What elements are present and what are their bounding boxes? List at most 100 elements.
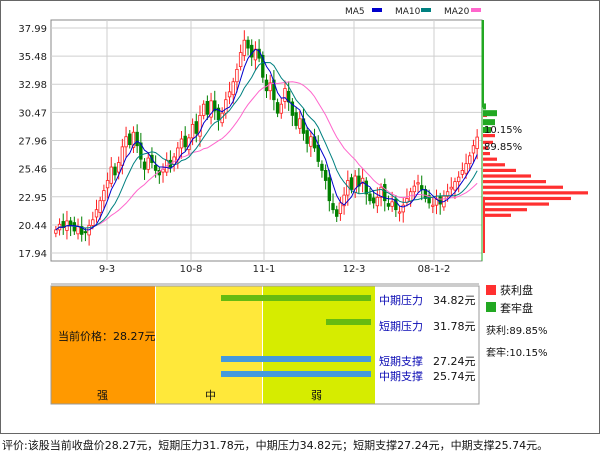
legend-ma10-swatch xyxy=(421,8,431,12)
candle-body xyxy=(102,190,106,202)
y-tick-label: 25.46 xyxy=(18,165,47,176)
candle-body xyxy=(397,211,402,214)
candle-body xyxy=(338,202,343,215)
candle-body xyxy=(453,181,457,191)
candle-body xyxy=(371,197,376,204)
zone-weak-label: 弱 xyxy=(311,389,322,402)
trap-ratio-text: 套牢:10.15% xyxy=(486,346,548,359)
chip-distribution xyxy=(482,20,588,253)
candle-body xyxy=(128,133,132,145)
trap-legend-label: 套牢盘 xyxy=(500,301,533,315)
mid-resistance-value: 34.82元 xyxy=(433,294,476,307)
candle-body xyxy=(320,163,324,171)
candle-body xyxy=(183,135,187,148)
candle-body xyxy=(475,136,479,149)
x-tick-label: 10-8 xyxy=(180,264,203,275)
chart-stage: MA5 MA10 MA20 37.99 35.48 32.98 30.47 27.96 2… xyxy=(0,0,601,456)
candle-body xyxy=(323,170,328,181)
short-resistance-value: 31.78元 xyxy=(433,320,476,333)
candle-body xyxy=(468,155,472,165)
strength-panel: 当前价格：28.27元 中期压力 34.82元 短期压力 31.78元 短期支撑… xyxy=(50,283,480,405)
candle-body xyxy=(390,201,394,207)
short-support-label: 短期支撑 xyxy=(379,354,423,368)
candle-body xyxy=(364,180,368,195)
y-tick-label: 22.95 xyxy=(18,193,47,204)
candle-body xyxy=(460,170,465,175)
candle-body xyxy=(246,39,250,49)
candle-body xyxy=(416,182,420,185)
trap-percent-label: 10.15% xyxy=(484,125,522,136)
candle-body xyxy=(279,103,283,114)
profit-chip-bar xyxy=(483,157,497,161)
candle-body xyxy=(153,164,158,171)
candle-body xyxy=(375,196,380,207)
profit-chip-bar xyxy=(483,213,511,217)
legend-ma20-label: MA20 xyxy=(444,7,470,17)
legend-ma5-swatch xyxy=(372,8,382,12)
candle-body xyxy=(190,123,195,139)
mid-support-value: 25.74元 xyxy=(433,370,476,383)
profit-chip-bar xyxy=(483,163,505,167)
candle-body xyxy=(116,162,121,173)
legend: MA5 MA10 MA20 xyxy=(345,7,481,17)
x-axis-ticks: 9-3 10-8 11-1 12-3 08-1-2 xyxy=(99,264,451,275)
candle-body xyxy=(94,209,99,218)
profit-swatch xyxy=(486,285,496,295)
candle-body xyxy=(456,176,461,183)
profit-chip-bar xyxy=(483,174,531,178)
y-tick-label: 20.44 xyxy=(18,221,47,232)
candle-body xyxy=(449,186,453,190)
candle-body xyxy=(194,121,198,134)
candle-body xyxy=(98,200,102,213)
legend-ma5-label: MA5 xyxy=(345,7,365,17)
candle-body xyxy=(305,130,309,144)
candle-body xyxy=(227,91,232,98)
candle-body xyxy=(205,100,210,115)
candle-body xyxy=(471,145,476,154)
candle-body xyxy=(135,131,139,147)
candle-body xyxy=(327,177,332,202)
zone-strong-label: 强 xyxy=(97,389,108,402)
profit-percent-label: 89.85% xyxy=(484,142,522,153)
candle-body xyxy=(113,166,117,176)
short-support-bar xyxy=(221,356,371,362)
grid xyxy=(51,20,482,261)
stock-chart: MA5 MA10 MA20 37.99 35.48 32.98 30.47 27.96 2… xyxy=(0,0,600,434)
candle-body xyxy=(438,196,442,205)
profit-chip-bar xyxy=(483,208,527,212)
candle-body xyxy=(91,219,95,226)
candle-body xyxy=(235,69,239,83)
candle-body xyxy=(68,220,73,226)
y-tick-label: 35.48 xyxy=(18,52,47,63)
zone-middle-label: 中 xyxy=(205,389,216,402)
x-tick-label: 11-1 xyxy=(253,264,276,275)
x-tick-label: 08-1-2 xyxy=(418,264,451,275)
x-tick-label: 12-3 xyxy=(343,264,366,275)
current-price-label: 当前价格：28.27元 xyxy=(58,329,156,343)
candle-body xyxy=(335,209,339,217)
mid-support-bar xyxy=(221,371,371,377)
candle-body xyxy=(331,203,335,211)
y-tick-label: 37.99 xyxy=(18,24,47,35)
x-tick-label: 9-3 xyxy=(99,264,115,275)
chip-legend: 获利盘 套牢盘 获利:89.85% 套牢:10.15% xyxy=(486,283,548,359)
profit-chip-bar xyxy=(483,202,549,206)
candle-body xyxy=(238,52,243,68)
candle-body xyxy=(76,226,80,235)
candle-body xyxy=(146,157,150,170)
candle-body xyxy=(109,166,113,184)
y-tick-label: 32.98 xyxy=(18,80,47,91)
y-tick-label: 17.94 xyxy=(18,249,47,260)
candle-body xyxy=(242,39,247,56)
candle-body xyxy=(275,102,280,114)
candle-body xyxy=(464,163,468,174)
short-support-value: 27.24元 xyxy=(433,355,476,368)
profit-chip-bar xyxy=(483,168,516,173)
candle-body xyxy=(224,99,228,114)
candle-body xyxy=(368,193,372,202)
mid-resistance-label: 中期压力 xyxy=(379,294,423,307)
mid-resistance-bar xyxy=(221,295,371,301)
candle-body xyxy=(231,81,235,96)
candle-body xyxy=(54,229,58,234)
candle-body xyxy=(283,88,287,102)
